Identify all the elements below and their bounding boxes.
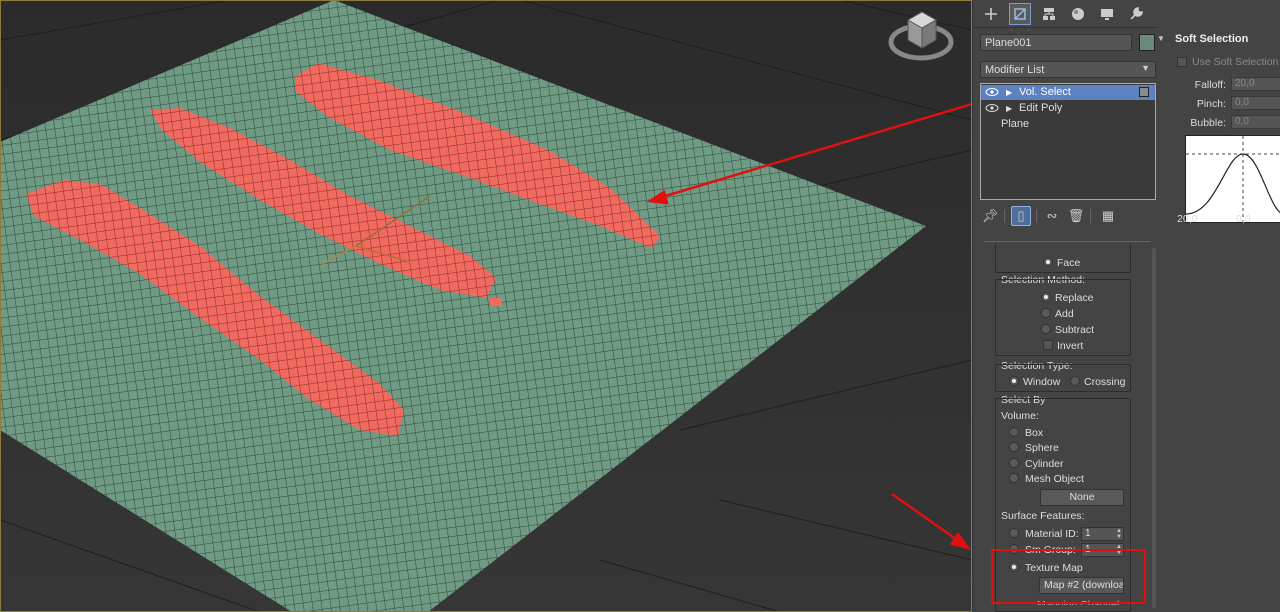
crossing-radio[interactable] (1070, 376, 1080, 386)
perspective-viewport[interactable] (0, 0, 972, 612)
stack-item-edit-poly[interactable]: ▶ Edit Poly (981, 101, 1155, 116)
curve-left-value: 20,0 (1177, 213, 1198, 225)
texture-map-label: Texture Map (1025, 562, 1083, 574)
eye-icon[interactable] (985, 87, 999, 97)
top-toolbar-strip (1158, 0, 1280, 28)
sphere-radio[interactable] (1009, 442, 1019, 452)
motion-icon[interactable] (1067, 3, 1089, 25)
mapping-channel-label: Mapping Channel (1037, 599, 1120, 605)
parameters-rollout: Face Selection Method: Replace Add Subtr… (984, 244, 1154, 612)
use-soft-selection-checkbox[interactable] (1177, 57, 1187, 67)
stack-item-vol-select[interactable]: ▶ Vol. Select (981, 85, 1155, 100)
material-id-spinner[interactable]: 1 ▲ ▼ (1081, 527, 1124, 541)
utilities-icon[interactable] (1125, 3, 1147, 25)
annotation-arrow-bottom (891, 492, 971, 551)
box-radio[interactable] (1009, 427, 1019, 437)
material-id-value: 1 (1085, 528, 1091, 539)
surface-features-title: Surface Features: (1001, 510, 1085, 522)
texture-map-button[interactable]: Map #2 (download (1039, 577, 1124, 594)
mesh-object-label: Mesh Object (1025, 473, 1084, 485)
bubble-label: Bubble: (1190, 117, 1226, 129)
replace-label: Replace (1055, 292, 1094, 304)
sphere-label: Sphere (1025, 442, 1059, 454)
material-id-label: Material ID: (1025, 528, 1079, 540)
mesh-object-radio[interactable] (1009, 473, 1019, 483)
crossing-label: Crossing (1084, 376, 1126, 388)
remove-modifier-icon[interactable]: 🗑︎ (1066, 206, 1086, 226)
make-unique-icon[interactable]: ∾ (1042, 206, 1062, 226)
add-radio[interactable] (1041, 308, 1051, 318)
modifier-list-label: Modifier List (985, 64, 1045, 76)
modify-icon[interactable] (1009, 3, 1031, 25)
none-button[interactable]: None (1040, 489, 1124, 506)
object-name-field[interactable]: Plane001 (980, 34, 1132, 51)
modifier-list-dropdown[interactable]: Modifier List ▼ (980, 61, 1156, 78)
command-panel: Plane001 Modifier List ▼ ▶ Vol. Select ▶… (974, 0, 1158, 612)
modifier-stack: ▶ Vol. Select ▶ Edit Poly Plane (980, 83, 1156, 200)
face-label: Face (1057, 257, 1081, 269)
sm-group-label: Sm Group: (1025, 544, 1076, 556)
material-id-radio[interactable] (1009, 528, 1019, 538)
cylinder-radio[interactable] (1009, 458, 1019, 468)
falloff-curve-graph (1185, 135, 1280, 223)
replace-radio[interactable] (1041, 292, 1051, 302)
curve-mid-value: 0,0 (1236, 213, 1251, 225)
bubble-field[interactable]: 0,0 (1231, 115, 1280, 129)
add-label: Add (1055, 308, 1074, 320)
chevron-down-icon: ▼ (1141, 63, 1150, 73)
pin-stack-icon[interactable]: 📌︎ (980, 206, 1000, 226)
collapse-triangle-icon[interactable]: ▼ (1157, 34, 1165, 43)
box-label: Box (1025, 427, 1044, 439)
configure-sets-icon[interactable]: ▦ (1098, 206, 1118, 226)
face-radio[interactable] (1043, 257, 1053, 267)
sm-group-spinner[interactable]: 1 ▲ ▼ (1081, 543, 1124, 557)
viewport-scene (0, 0, 972, 612)
expand-triangle-icon[interactable]: ▶ (1006, 101, 1012, 116)
invert-label: Invert (1057, 340, 1084, 352)
falloff-label: Falloff: (1194, 79, 1226, 91)
selected-faces-fragment (490, 298, 502, 306)
command-panel-tabs (974, 0, 1158, 28)
sm-group-radio[interactable] (1009, 544, 1019, 554)
invert-checkbox[interactable] (1043, 340, 1053, 350)
subtract-label: Subtract (1055, 324, 1095, 336)
volume-title: Volume: (1001, 410, 1039, 422)
stack-item-label: Edit Poly (1019, 102, 1063, 114)
falloff-field[interactable]: 20,0 (1231, 77, 1280, 91)
subtract-radio[interactable] (1041, 324, 1051, 334)
stack-item-label: Plane (1001, 118, 1030, 130)
texture-map-radio[interactable] (1009, 562, 1019, 572)
window-label: Window (1023, 376, 1061, 388)
expand-triangle-icon[interactable]: ▶ (1006, 85, 1012, 100)
create-icon[interactable] (980, 3, 1002, 25)
soft-selection-rollout: ▼ Soft Selection Use Soft Selection Fall… (1157, 28, 1280, 612)
object-color-swatch[interactable] (1139, 34, 1155, 51)
spinner-arrows-icon[interactable]: ▲ ▼ (1116, 528, 1122, 540)
spinner-arrows-icon[interactable]: ▲ ▼ (1116, 544, 1122, 556)
stack-item-label: Vol. Select (1019, 86, 1071, 98)
window-radio[interactable] (1009, 376, 1019, 386)
modifier-toggle-icon[interactable] (1139, 87, 1149, 97)
sm-group-value: 1 (1085, 544, 1091, 555)
soft-selection-title[interactable]: Soft Selection (1175, 33, 1248, 45)
pinch-field[interactable]: 0,0 (1231, 96, 1280, 110)
display-icon[interactable] (1096, 3, 1118, 25)
stack-toolbar: 📌︎ ▯ ∾ 🗑︎ ▦ (980, 206, 1156, 228)
stack-item-plane[interactable]: Plane (981, 117, 1155, 132)
hierarchy-icon[interactable] (1038, 3, 1060, 25)
plane-mesh[interactable] (0, 0, 926, 612)
eye-icon[interactable] (985, 103, 999, 113)
pinch-label: Pinch: (1196, 98, 1226, 110)
use-soft-selection-label: Use Soft Selection (1192, 56, 1279, 68)
cylinder-label: Cylinder (1025, 458, 1064, 470)
show-end-result-icon[interactable]: ▯ (1011, 206, 1031, 226)
viewcube-icon[interactable] (888, 6, 954, 64)
